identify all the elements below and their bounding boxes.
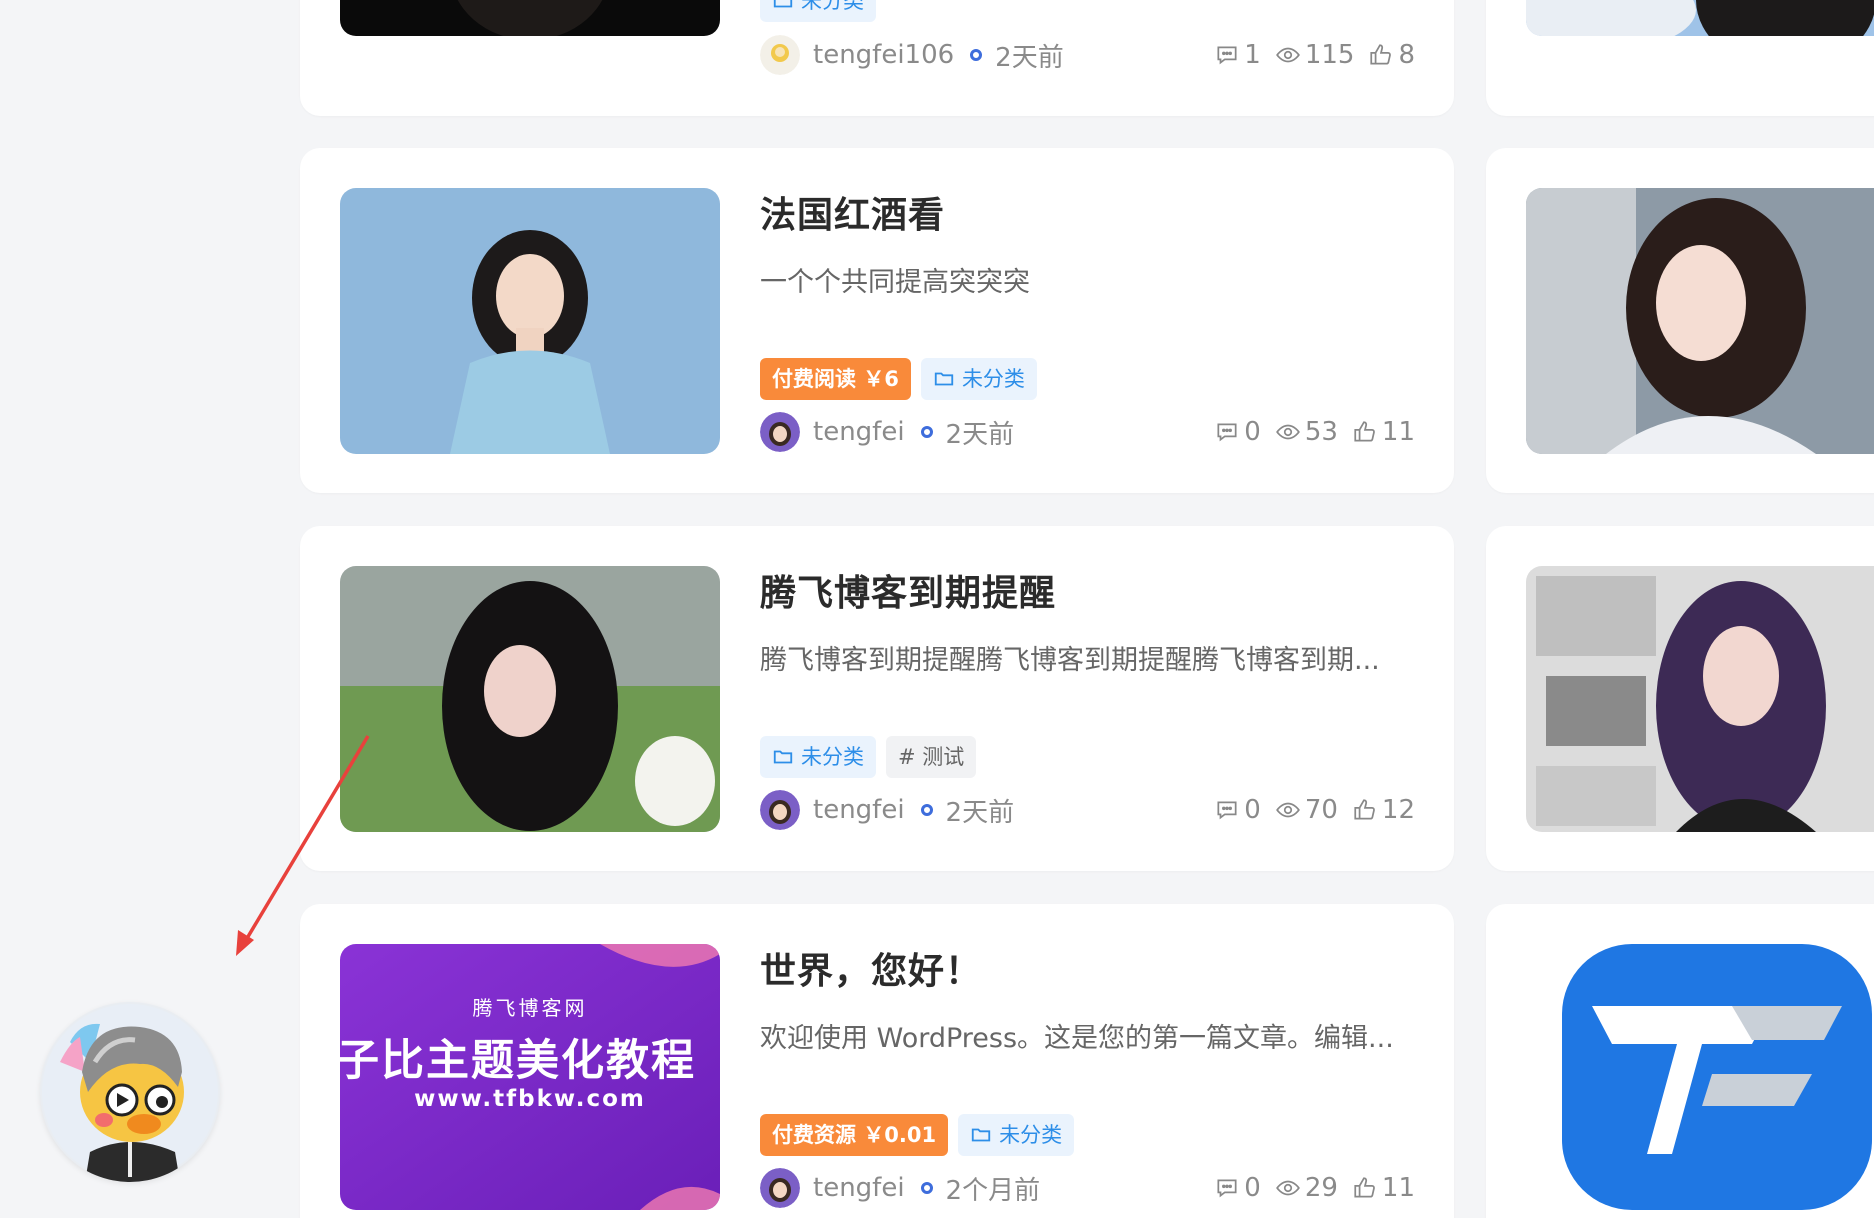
folder-icon	[971, 1128, 991, 1142]
post-thumbnail[interactable]	[1526, 0, 1874, 36]
comment-count: 0	[1214, 795, 1261, 825]
author-avatar[interactable]	[760, 1168, 800, 1208]
post-stats: 0 29 11	[1214, 1173, 1415, 1203]
post-card[interactable]: 法国红酒看 一个个共同提高突突突 付费阅读 ￥6 未分类 tengfei 2天前…	[300, 148, 1454, 493]
author-name[interactable]: tengfei	[813, 795, 905, 825]
post-excerpt: 欢迎使用 WordPress。这是您的第一篇文章。编辑...	[760, 1023, 1394, 1054]
floating-video-button[interactable]	[40, 1002, 220, 1182]
thumbs-up-icon	[1354, 421, 1375, 442]
comment-count: 0	[1214, 1173, 1261, 1203]
folder-icon	[934, 372, 954, 386]
post-meta: tengfei 2个月前 0 29 11	[760, 1166, 1415, 1210]
comment-icon	[1217, 1179, 1237, 1198]
separator-dot	[920, 804, 933, 816]
view-count: 53	[1275, 417, 1338, 447]
banner-headline: 子比主题美化教程	[340, 1036, 696, 1086]
author-avatar[interactable]	[760, 790, 800, 830]
author-name[interactable]: tengfei	[813, 417, 905, 447]
paid-read-tag[interactable]: 付费阅读 ￥6	[760, 358, 911, 400]
category-tag[interactable]: 未分类	[760, 736, 876, 778]
post-card[interactable]: 未分类 tengfei106 2天前 1 115 8	[300, 0, 1454, 116]
post-card[interactable]: 腾飞博客网 子比主题美化教程 www.tfbkw.com 世界，您好！ 欢迎使用…	[300, 904, 1454, 1218]
comment-icon	[1217, 801, 1237, 820]
separator-dot	[920, 1182, 933, 1194]
view-count: 29	[1275, 1173, 1338, 1203]
post-card[interactable]	[1486, 0, 1874, 116]
like-count[interactable]: 11	[1352, 417, 1415, 447]
eye-icon	[1275, 424, 1300, 440]
post-meta: tengfei 2天前 0 53 11	[760, 410, 1415, 454]
post-stats: 0 70 12	[1214, 795, 1415, 825]
comment-count: 0	[1214, 417, 1261, 447]
post-thumbnail[interactable]	[1562, 944, 1872, 1210]
like-count[interactable]: 12	[1352, 795, 1415, 825]
folder-icon	[773, 750, 793, 764]
post-excerpt: 一个个共同提高突突突	[760, 267, 1030, 298]
topic-tag[interactable]: # 测试	[886, 736, 977, 778]
post-excerpt: 腾飞博客到期提醒腾飞博客到期提醒腾飞博客到期...	[760, 645, 1380, 676]
thumbs-up-icon	[1354, 799, 1375, 820]
post-time: 2天前	[945, 797, 1015, 828]
thumbs-up-icon	[1370, 44, 1392, 65]
author-avatar[interactable]	[760, 412, 800, 452]
post-title[interactable]: 腾飞博客到期提醒	[760, 564, 1056, 616]
site-logo	[1562, 944, 1872, 1210]
post-card[interactable]	[1486, 148, 1874, 493]
post-stats: 1 115 8	[1214, 40, 1415, 70]
paid-resource-tag[interactable]: 付费资源 ￥0.01	[760, 1114, 949, 1156]
view-count: 70	[1275, 795, 1338, 825]
category-tag[interactable]: 未分类	[958, 1114, 1075, 1156]
category-tag[interactable]: 未分类	[920, 358, 1037, 400]
author-avatar[interactable]	[760, 35, 800, 75]
post-stats: 0 53 11	[1214, 417, 1415, 447]
thumbs-up-icon	[1354, 1177, 1375, 1198]
post-card[interactable]: 腾飞博客到期提醒 腾飞博客到期提醒腾飞博客到期提醒腾飞博客到期... 未分类 #…	[300, 526, 1454, 871]
post-time: 2天前	[995, 42, 1064, 73]
post-time: 2天前	[945, 419, 1015, 450]
like-count[interactable]: 11	[1352, 1173, 1415, 1203]
post-tags: 未分类	[760, 0, 876, 22]
post-time: 2个月前	[945, 1175, 1041, 1206]
post-title[interactable]: 世界，您好！	[760, 942, 982, 994]
author-name[interactable]: tengfei	[813, 1173, 905, 1203]
view-count: 115	[1275, 40, 1354, 70]
post-tags: 付费资源 ￥0.01 未分类	[760, 1114, 1075, 1156]
comment-icon	[1217, 46, 1237, 65]
like-count[interactable]: 8	[1368, 40, 1415, 70]
post-tags: 付费阅读 ￥6 未分类	[760, 358, 1037, 400]
post-tags: 未分类 # 测试	[760, 736, 977, 778]
post-thumbnail[interactable]	[340, 566, 720, 832]
banner-url: www.tfbkw.com	[414, 1086, 646, 1112]
author-name[interactable]: tengfei106	[813, 40, 954, 70]
post-card[interactable]	[1486, 904, 1874, 1218]
separator-dot	[970, 49, 983, 61]
folder-icon	[773, 0, 793, 8]
post-thumbnail[interactable]	[340, 188, 720, 454]
post-thumbnail[interactable]	[1526, 566, 1874, 832]
post-title[interactable]: 法国红酒看	[760, 186, 945, 238]
eye-icon	[1275, 802, 1300, 818]
post-thumbnail[interactable]: 腾飞博客网 子比主题美化教程 www.tfbkw.com	[340, 944, 720, 1210]
eye-icon	[1275, 1180, 1300, 1196]
comment-count: 1	[1214, 40, 1261, 70]
post-thumbnail[interactable]	[340, 0, 720, 36]
eye-icon	[1275, 47, 1300, 63]
banner-site-name: 腾飞博客网	[472, 996, 588, 1020]
post-card[interactable]	[1486, 526, 1874, 871]
post-meta: tengfei106 2天前 1 115 8	[760, 33, 1415, 77]
separator-dot	[920, 426, 933, 438]
post-thumbnail[interactable]	[1526, 188, 1874, 454]
post-meta: tengfei 2天前 0 70 12	[760, 788, 1415, 832]
comment-icon	[1217, 423, 1237, 442]
category-tag[interactable]: 未分类	[760, 0, 876, 22]
